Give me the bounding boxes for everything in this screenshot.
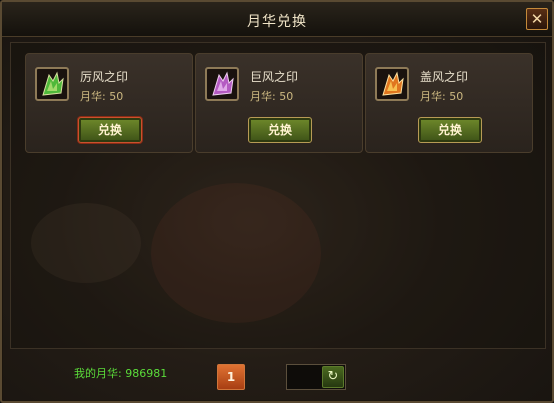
background-figure [151, 183, 321, 323]
purple-wing-icon [212, 71, 234, 96]
exchange-button[interactable]: 兑换 [248, 117, 312, 143]
window-title: 月华兑换 [247, 14, 307, 30]
green-wing-icon [42, 71, 64, 96]
orange-wing-icon [382, 71, 404, 96]
title-bar: 月华兑换 ✕ [2, 2, 552, 37]
item-name: 盖风之印 [420, 70, 469, 84]
refresh-icon: ↻ [327, 369, 339, 384]
page-button[interactable]: 1 [217, 364, 245, 390]
moonlight-balance: 我的月华: 986981 [74, 367, 168, 380]
refresh-field: ↻ [286, 364, 346, 390]
exchange-window: 月华兑换 ✕ 厉风之印 月华: 50 兑换 巨风之印 月华: 50 兑换 盖风之… [0, 0, 554, 403]
item-cost: 月华: 50 [80, 90, 124, 103]
refresh-button[interactable]: ↻ [322, 366, 344, 388]
exchange-button[interactable]: 兑换 [78, 117, 142, 143]
item-icon-frame[interactable] [375, 67, 409, 101]
item-name: 厉风之印 [80, 70, 129, 84]
close-icon: ✕ [530, 10, 544, 28]
background-figure [31, 203, 141, 283]
exchange-panel: 厉风之印 月华: 50 兑换 巨风之印 月华: 50 兑换 盖风之印 月华: 5… [10, 42, 546, 349]
item-icon-frame[interactable] [205, 67, 239, 101]
close-button[interactable]: ✕ [526, 8, 548, 30]
item-card: 盖风之印 月华: 50 兑换 [365, 53, 533, 153]
item-cost: 月华: 50 [420, 90, 464, 103]
item-cost: 月华: 50 [250, 90, 294, 103]
item-name: 巨风之印 [250, 70, 299, 84]
item-card: 巨风之印 月华: 50 兑换 [195, 53, 363, 153]
exchange-button[interactable]: 兑换 [418, 117, 482, 143]
item-card: 厉风之印 月华: 50 兑换 [25, 53, 193, 153]
item-icon-frame[interactable] [35, 67, 69, 101]
